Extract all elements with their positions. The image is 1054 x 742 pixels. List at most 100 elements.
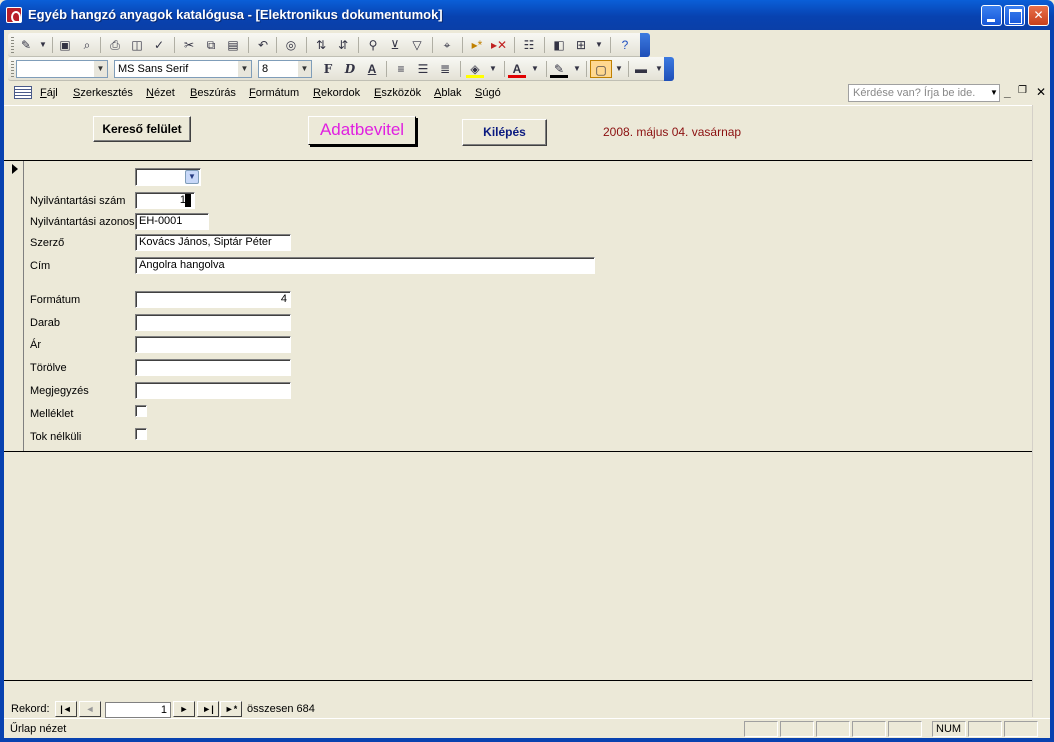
sort-ascending-icon[interactable]: ⇅ [312,36,330,54]
date-label: 2008. május 04. vasárnap [603,125,742,139]
chevron-down-icon[interactable]: ▼ [94,61,107,77]
fill-color-dropdown-icon[interactable]: ▼ [484,60,502,78]
line-color-icon[interactable]: ✎ [550,60,568,78]
new-record-icon[interactable]: ▸* [468,36,486,54]
next-record-button[interactable]: ► [173,701,195,717]
menu-format[interactable]: Formátum [249,87,299,99]
menu-view[interactable]: Nézet [146,87,175,99]
price-field[interactable] [135,336,291,353]
form-menu-icon[interactable] [14,86,32,99]
menu-tools[interactable]: Eszközök [374,87,421,99]
copy-icon[interactable]: ⧉ [202,36,220,54]
field-label-reg-number: Nyilvántartási szám [30,195,126,207]
undo-icon[interactable]: ↶ [254,36,272,54]
toolbar-separator [306,37,307,53]
align-center-icon[interactable]: ☰ [414,60,432,78]
toolbar-separator [546,61,547,77]
menu-insert[interactable]: Beszúrás [190,87,236,99]
toolbar-options-icon[interactable] [640,33,650,57]
menu-help[interactable]: Súgó [475,87,501,99]
properties-icon[interactable]: ☷ [520,36,538,54]
first-record-button[interactable]: |◄ [55,701,77,717]
mdi-restore-button[interactable]: ❐ [1018,85,1027,96]
spelling-icon[interactable]: ✓ [150,36,168,54]
exit-button[interactable]: Kilépés [462,119,547,146]
new-object-icon[interactable]: ⊞ [572,36,590,54]
reg-id-field[interactable]: EH-0001 [135,213,209,230]
sort-descending-icon[interactable]: ⇵ [334,36,352,54]
line-color-dropdown-icon[interactable]: ▼ [568,60,586,78]
bold-button[interactable]: F [319,60,337,78]
menu-window[interactable]: Ablak [434,87,462,99]
cut-icon[interactable]: ✂ [180,36,198,54]
filter-by-form-icon[interactable]: ⊻ [386,36,404,54]
access-app-icon[interactable] [6,7,22,23]
fill-color-icon[interactable]: ◈ [466,60,484,78]
filter-by-selection-icon[interactable]: ⚲ [364,36,382,54]
mdi-close-button[interactable]: ✕ [1036,85,1046,99]
align-right-icon[interactable]: ≣ [436,60,454,78]
paste-icon[interactable]: ▤ [224,36,242,54]
menu-edit[interactable]: Szerkesztés [73,87,133,99]
menu-file[interactable]: Fájl [40,87,58,99]
attachment-checkbox[interactable] [135,405,147,417]
author-field[interactable]: Kovács János, Siptár Péter [135,234,291,251]
no-case-checkbox[interactable] [135,428,147,440]
font-color-icon[interactable]: A [508,60,526,78]
line-width-icon[interactable]: ▬ [632,60,650,78]
toolbar-separator [544,37,545,53]
italic-button[interactable]: D [341,60,359,78]
chevron-down-icon[interactable]: ▼ [238,61,251,77]
new-record-button[interactable]: ►* [220,701,242,717]
record-selector[interactable] [4,161,24,451]
toolbar-grip[interactable] [11,37,14,53]
search-interface-button[interactable]: Kereső felület [93,116,191,142]
align-left-icon[interactable]: ≡ [392,60,410,78]
chevron-down-icon[interactable]: ▼ [298,61,311,77]
maximize-button[interactable] [1004,5,1025,26]
toolbar-grip[interactable] [11,61,14,77]
title-field[interactable]: Angolra hangolva [135,257,595,274]
apply-filter-icon[interactable]: ▽ [408,36,426,54]
format-field[interactable]: 4 [135,291,291,308]
file-search-icon[interactable]: ⌕ [78,36,96,54]
last-record-button[interactable]: ►| [197,701,219,717]
quantity-field[interactable] [135,314,291,331]
object-combo[interactable]: ▼ [16,60,108,78]
special-effect-dropdown-icon[interactable]: ▼ [610,60,628,78]
print-preview-icon[interactable]: ◫ [128,36,146,54]
toolbar-options-icon[interactable] [664,57,674,81]
note-field[interactable] [135,382,291,399]
field-label-note: Megjegyzés [30,385,89,397]
view-icon[interactable]: ✎ [17,36,35,54]
font-name-combo[interactable]: MS Sans Serif ▼ [114,60,252,78]
print-icon[interactable]: ⎙ [106,36,124,54]
help-question-input[interactable]: Kérdése van? Írja be ide. [848,84,1000,102]
menu-records[interactable]: Rekordok [313,87,360,99]
new-object-dropdown-icon[interactable]: ▼ [590,36,608,54]
record-combo-box[interactable]: ▼ [135,168,201,186]
prev-record-button[interactable]: ◄ [79,701,101,717]
find-icon[interactable]: ⌖ [438,36,456,54]
current-record-input[interactable]: 1 [105,702,171,718]
view-dropdown-icon[interactable]: ▼ [34,36,52,54]
underline-button[interactable]: A [363,60,381,78]
close-button[interactable]: ✕ [1028,5,1049,26]
delete-record-icon[interactable]: ▸✕ [490,36,508,54]
deleted-field[interactable] [135,359,291,376]
font-color-dropdown-icon[interactable]: ▼ [526,60,544,78]
data-entry-button[interactable]: Adatbevitel [308,116,416,145]
minimize-button[interactable] [981,5,1002,26]
save-icon[interactable]: ▣ [56,36,74,54]
hyperlink-icon[interactable]: ◎ [282,36,300,54]
chevron-down-icon[interactable]: ▼ [185,170,199,184]
reg-number-field[interactable]: 1 [135,192,195,209]
database-window-icon[interactable]: ◧ [550,36,568,54]
help-icon[interactable]: ? [616,36,634,54]
status-cell [816,721,850,737]
chevron-down-icon[interactable]: ▼ [988,85,1000,101]
font-size-combo[interactable]: 8 ▼ [258,60,312,78]
mdi-minimize-button[interactable]: _ [1004,85,1011,99]
toolbar-separator [628,61,629,77]
special-effect-icon[interactable]: ▢ [590,60,612,78]
